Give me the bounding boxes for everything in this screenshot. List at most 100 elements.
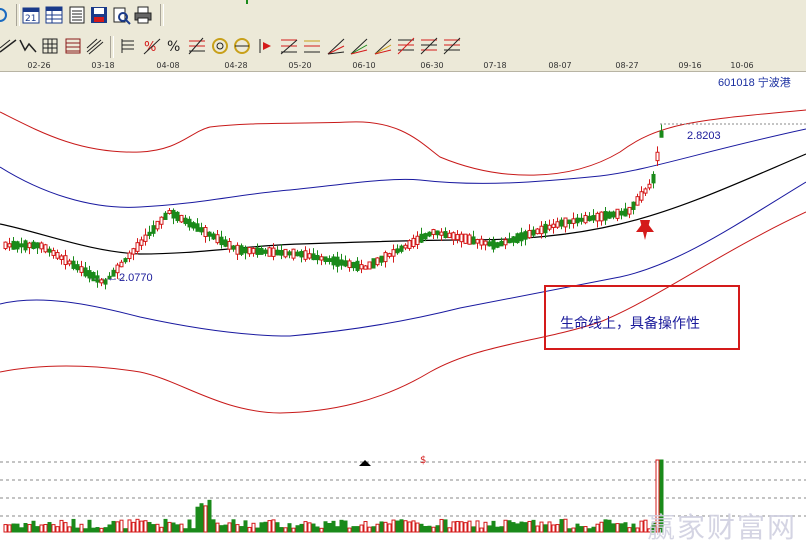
bar-chart-icon[interactable]: [118, 36, 138, 56]
volume-bar: [627, 527, 632, 533]
volume-bar: [323, 521, 328, 533]
volume-bar: [123, 528, 128, 533]
volume-bar: [351, 526, 356, 533]
speed-line-icon[interactable]: [349, 36, 369, 56]
volume-bar: [507, 520, 512, 533]
save-disk-icon[interactable]: [89, 5, 109, 25]
fib-fan-icon[interactable]: [279, 36, 299, 56]
candle-body: [507, 238, 512, 244]
candle-body: [431, 229, 436, 235]
toolbar-separator: [110, 36, 114, 58]
calendar-21-icon[interactable]: 21: [21, 5, 41, 25]
volume-bar: [327, 523, 332, 533]
candle-body: [127, 252, 132, 260]
date-tick-label: 02-26: [27, 61, 51, 70]
candle-body: [575, 217, 580, 224]
candle-body: [223, 239, 228, 247]
percent-icon[interactable]: %: [165, 36, 185, 56]
date-tick-label: 08-27: [615, 61, 639, 70]
volume-bar: [523, 522, 528, 533]
volume-bar: [267, 520, 272, 533]
candle-body: [647, 183, 652, 189]
parallel-lines-icon[interactable]: [85, 36, 105, 56]
volume-bar: [187, 519, 192, 533]
volume-bar: [259, 522, 264, 533]
volume-bar: [559, 519, 564, 533]
candle-body: [631, 201, 636, 210]
speed-fan-icon[interactable]: [373, 36, 393, 56]
fib-retracement-icon[interactable]: [255, 36, 275, 56]
volume-bar: [391, 519, 396, 533]
volume-bar: [283, 527, 288, 533]
candle-body: [251, 248, 256, 254]
fib-arc-icon[interactable]: [326, 36, 346, 56]
date-tick-label: 05-20: [288, 61, 312, 70]
candle-body: [19, 243, 24, 248]
candle-body: [179, 214, 184, 223]
printer-icon[interactable]: [133, 5, 153, 25]
candle-body: [131, 248, 136, 255]
circle-icon[interactable]: [210, 36, 230, 56]
candle-body: [619, 210, 624, 216]
document-list-icon[interactable]: [67, 5, 87, 25]
candle-body: [287, 251, 292, 256]
volume-bar: [367, 526, 372, 533]
candle-body: [3, 241, 8, 250]
candle-body: [635, 196, 640, 206]
volume-bar: [403, 520, 408, 533]
candle-body: [499, 240, 504, 247]
volume-bar: [547, 521, 552, 533]
candle-body: [135, 242, 140, 252]
candle-body: [295, 251, 300, 257]
print-preview-icon[interactable]: [111, 5, 131, 25]
candle-body: [71, 260, 76, 269]
spreadsheet-icon[interactable]: [44, 5, 64, 25]
volume-bar: [567, 528, 572, 533]
fib-percent-icon[interactable]: %: [142, 36, 162, 56]
gann-fan-icon[interactable]: [442, 36, 462, 56]
candle-body: [303, 250, 308, 260]
candle-body: [167, 210, 172, 214]
candle-body: [147, 231, 152, 236]
volume-bar: [3, 524, 8, 533]
wave-icon[interactable]: [419, 36, 439, 56]
volume-bar: [491, 520, 496, 533]
candle-body: [483, 240, 488, 246]
polyline-icon[interactable]: [18, 36, 38, 56]
candle-body: [659, 130, 664, 138]
candle-body: [615, 208, 620, 219]
volume-bar: [535, 525, 540, 533]
volume-bar: [251, 522, 256, 533]
volume-bar: [11, 523, 16, 533]
candle-body: [487, 241, 492, 247]
candle-body: [459, 233, 464, 243]
candle-body: [11, 240, 16, 250]
gann-icon[interactable]: [187, 36, 207, 56]
date-tick-label: 06-10: [352, 61, 376, 70]
volume-bar: [343, 520, 348, 533]
candle-body: [311, 253, 316, 261]
volume-bar: [59, 519, 64, 533]
fib-time-icon[interactable]: [302, 36, 322, 56]
candle-body: [643, 188, 648, 194]
volume-bar: [519, 521, 524, 533]
volume-bar: [375, 523, 380, 533]
candle-body: [455, 234, 460, 241]
trendline-icon[interactable]: [0, 36, 18, 56]
volume-bar: [167, 521, 172, 533]
cycle-icon[interactable]: [396, 36, 416, 56]
price-high-label: 2.8203: [687, 130, 721, 142]
grid-icon[interactable]: [40, 36, 60, 56]
channel-icon[interactable]: [63, 36, 83, 56]
candle-body: [83, 267, 88, 277]
candle-body: [247, 246, 252, 255]
candle-body: [495, 242, 500, 248]
candle-body: [415, 235, 420, 245]
volume-bar: [179, 523, 184, 533]
partial-icon[interactable]: [0, 5, 16, 25]
volume-bar: [435, 525, 440, 533]
pitchfork-icon[interactable]: [232, 36, 252, 56]
candle-body: [47, 248, 52, 253]
candle-body: [323, 256, 328, 263]
volume-bar: [539, 521, 544, 533]
